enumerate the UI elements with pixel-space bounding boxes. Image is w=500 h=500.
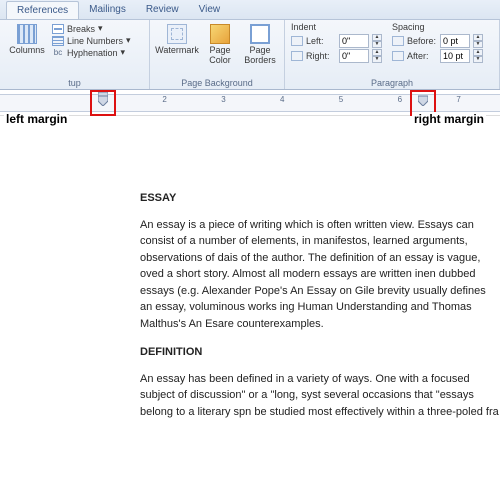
spacing-after-spinner[interactable]: ▲▼ <box>473 49 483 63</box>
tab-mailings[interactable]: Mailings <box>79 1 136 18</box>
page-borders-button[interactable]: Page Borders <box>242 22 278 66</box>
breaks-label: Breaks <box>67 24 95 34</box>
spacing-before-spinner[interactable]: ▲▼ <box>473 34 483 48</box>
watermark-button[interactable]: Watermark <box>156 22 198 56</box>
hyphenation-button[interactable]: bcHyphenation ▾ <box>52 47 131 58</box>
spacing-before-row: Before: ▲▼ <box>392 34 483 48</box>
paragraph-essay: An essay is a piece of writing which is … <box>140 217 500 333</box>
page-borders-label: Page Borders <box>242 46 278 66</box>
ruler-tick: 2 <box>162 95 166 104</box>
spacing-before-label: Before: <box>407 36 437 46</box>
spacing-before-input[interactable] <box>440 34 470 48</box>
columns-button[interactable]: Columns <box>6 22 48 56</box>
ribbon: Columns Breaks ▾ Line Numbers ▾ bcHyphen… <box>0 20 500 90</box>
indent-right-icon <box>291 51 303 61</box>
group-page-setup: Columns Breaks ▾ Line Numbers ▾ bcHyphen… <box>0 20 150 89</box>
hyphenation-icon: bc <box>52 48 64 58</box>
ruler-area: 1 2 3 4 5 6 7 left margin right margin <box>0 90 500 116</box>
ribbon-tabs: References Mailings Review View <box>0 0 500 20</box>
tab-view[interactable]: View <box>189 1 231 18</box>
line-numbers-button[interactable]: Line Numbers ▾ <box>52 35 131 46</box>
ruler-tick: 5 <box>339 95 343 104</box>
left-margin-label: left margin <box>4 112 69 126</box>
page-color-label: Page Color <box>202 46 238 66</box>
heading-essay: ESSAY <box>140 190 500 207</box>
ruler-tick: 7 <box>456 95 460 104</box>
document-page: ESSAY An essay is a piece of writing whi… <box>140 190 500 432</box>
indent-left-label: Left: <box>306 36 336 46</box>
page-color-icon <box>210 24 230 44</box>
columns-label: Columns <box>9 46 45 56</box>
watermark-label: Watermark <box>155 46 199 56</box>
tab-references[interactable]: References <box>6 1 79 19</box>
indent-right-input[interactable] <box>339 49 369 63</box>
page-borders-icon <box>250 24 270 44</box>
watermark-icon <box>167 24 187 44</box>
page-color-button[interactable]: Page Color <box>202 22 238 66</box>
breaks-icon <box>52 24 64 34</box>
group-label-setup: tup <box>6 78 143 89</box>
right-margin-label: right margin <box>412 112 486 126</box>
line-numbers-label: Line Numbers <box>67 36 123 46</box>
indent-left-row: Left: ▲▼ <box>291 34 382 48</box>
indent-title: Indent <box>291 22 382 32</box>
group-page-background: Watermark Page Color Page Borders Page B… <box>150 20 285 89</box>
left-margin-highlight <box>90 90 116 116</box>
line-numbers-icon <box>52 36 64 46</box>
tab-review[interactable]: Review <box>136 1 189 18</box>
ruler-tick: 4 <box>280 95 284 104</box>
spacing-after-row: After: ▲▼ <box>392 49 483 63</box>
ruler-tick: 3 <box>221 95 225 104</box>
indent-right-row: Right: ▲▼ <box>291 49 382 63</box>
spacing-before-icon <box>392 36 404 46</box>
indent-left-icon <box>291 36 303 46</box>
spacing-after-icon <box>392 51 404 61</box>
indent-left-spinner[interactable]: ▲▼ <box>372 34 382 48</box>
breaks-button[interactable]: Breaks ▾ <box>52 23 131 34</box>
group-paragraph: Indent Left: ▲▼ Right: ▲▼ Spacing <box>285 20 500 89</box>
group-label-page-background: Page Background <box>156 78 278 89</box>
indent-right-label: Right: <box>306 51 336 61</box>
ruler-tick: 6 <box>398 95 402 104</box>
spacing-after-label: After: <box>407 51 437 61</box>
spacing-after-input[interactable] <box>440 49 470 63</box>
heading-definition: DEFINITION <box>140 344 500 361</box>
spacing-title: Spacing <box>392 22 483 32</box>
group-label-paragraph: Paragraph <box>291 78 493 89</box>
indent-left-input[interactable] <box>339 34 369 48</box>
columns-icon <box>17 24 37 44</box>
paragraph-definition: An essay has been defined in a variety o… <box>140 371 500 421</box>
hyphenation-label: Hyphenation <box>67 48 118 58</box>
indent-right-spinner[interactable]: ▲▼ <box>372 49 382 63</box>
